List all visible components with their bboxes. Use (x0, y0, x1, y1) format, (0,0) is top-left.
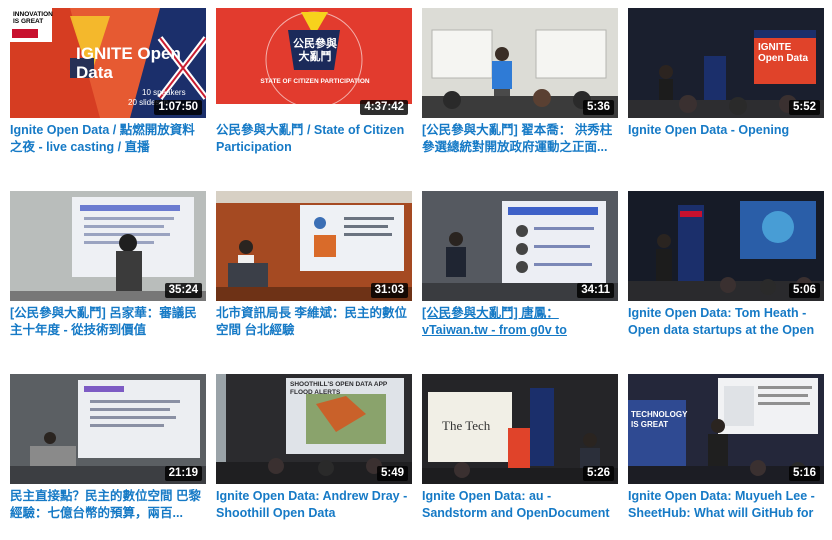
video-thumbnail[interactable]: TECHNOLOGY IS GREAT 5:16 (628, 374, 824, 484)
video-title-link[interactable]: Ignite Open Data: Tom Heath - Open data … (628, 305, 824, 341)
thumbnail-caption: 10 speakers (142, 88, 186, 97)
thumbnail-headline: SHOOTHILL'S OPEN DATA APP FLOOD ALERTS (290, 381, 388, 396)
video-title-link[interactable]: 民主直接點？民主的數位空間 巴黎經驗：七億台幣的預算，兩百... (10, 488, 206, 524)
duration-badge: 4:37:42 (360, 100, 408, 115)
video-thumbnail[interactable]: 31:03 (216, 191, 412, 301)
duration-badge: 35:24 (164, 283, 202, 298)
duration-badge: 31:03 (370, 283, 408, 298)
video-thumbnail[interactable]: 5:36 (422, 8, 618, 118)
video-title: 民主直接點？民主的數位空間 巴黎經驗：七億台幣的預算，兩百... (10, 489, 201, 520)
duration-badge: 5:36 (582, 100, 614, 115)
video-title-link[interactable]: 北市資訊局長 李維斌：民主的數位空間 台北經驗 (216, 305, 412, 341)
video-thumbnail[interactable]: IGNITE Open Data 5:52 (628, 8, 824, 118)
thumbnail-caption: STATE OF CITIZEN PARTICIPATION (260, 78, 370, 85)
video-title-link[interactable]: 公民參與大亂鬥 / State of Citizen Participation (216, 122, 412, 158)
thumbnail-headline: 公民參與大亂鬥 (293, 38, 337, 63)
video-title-link[interactable]: Ignite Open Data: au - Sandstorm and Ope… (422, 488, 618, 524)
video-title: [公民參與大亂鬥] 翟本喬： 洪秀柱參選總統對開放政府運動之正面... (422, 123, 613, 154)
video-thumbnail[interactable]: INNOVATION IS GREAT IGNITE Open Data 10 … (10, 8, 206, 118)
video-title-link[interactable]: Ignite Open Data: Muyueh Lee - SheetHub:… (628, 488, 824, 524)
duration-badge: 5:16 (788, 466, 820, 481)
video-title: [公民參與大亂鬥] 呂家華：審議民主十年度 - 從技術到價值 (10, 306, 197, 337)
video-title-link[interactable]: [公民參與大亂鬥] 翟本喬： 洪秀柱參選總統對開放政府運動之正面... (422, 122, 618, 158)
video-title: Ignite Open Data: Tom Heath - Open data … (628, 306, 815, 341)
thumbnail-headline: TECHNOLOGY IS GREAT (631, 410, 688, 429)
video-title: Ignite Open Data - Opening (628, 123, 790, 137)
duration-badge: 5:06 (788, 283, 820, 298)
duration-badge: 5:26 (582, 466, 614, 481)
video-title: [公民參與大亂鬥] 唐鳳：vTaiwan.tw - from g0v to (422, 306, 567, 337)
video-title: Ignite Open Data: au - Sandstorm and Ope… (422, 489, 610, 520)
video-thumbnail[interactable]: 21:19 (10, 374, 206, 484)
duration-badge: 5:52 (788, 100, 820, 115)
duration-badge: 5:49 (376, 466, 408, 481)
video-thumbnail[interactable]: 34:11 (422, 191, 618, 301)
thumbnail-headline: IGNITE Open Data (758, 42, 809, 64)
video-title-link[interactable]: [公民參與大亂鬥] 唐鳳：vTaiwan.tw - from g0v to (422, 305, 618, 341)
video-title: 北市資訊局長 李維斌：民主的數位空間 台北經驗 (216, 306, 407, 337)
video-title: Ignite Open Data / 點燃開放資料之夜 - live casti… (10, 123, 195, 154)
thumbnail-badge: INNOVATION IS GREAT (13, 11, 53, 25)
duration-badge: 21:19 (164, 466, 202, 481)
video-title: Ignite Open Data: Muyueh Lee - SheetHub:… (628, 489, 815, 524)
video-title-link[interactable]: [公民參與大亂鬥] 呂家華：審議民主十年度 - 從技術到價值 (10, 305, 206, 341)
duration-badge: 1:07:50 (154, 100, 202, 115)
thumbnail-headline: The Tech (442, 418, 491, 433)
video-thumbnail[interactable]: SHOOTHILL'S OPEN DATA APP FLOOD ALERTS 5… (216, 374, 412, 484)
video-title-link[interactable]: Ignite Open Data / 點燃開放資料之夜 - live casti… (10, 122, 206, 158)
video-thumbnail[interactable]: 5:06 (628, 191, 824, 301)
video-title-link[interactable]: Ignite Open Data: Andrew Dray - Shoothil… (216, 488, 412, 524)
video-thumbnail[interactable]: 公民參與大亂鬥 STATE OF CITIZEN PARTICIPATION 4… (216, 8, 412, 118)
duration-badge: 34:11 (577, 283, 614, 298)
thumbnail-headline: IGNITE Open Data (76, 44, 181, 82)
video-title: Ignite Open Data: Andrew Dray - Shoothil… (216, 489, 408, 520)
video-thumbnail[interactable]: The Tech 5:26 (422, 374, 618, 484)
video-thumbnail[interactable]: 35:24 (10, 191, 206, 301)
video-title: 公民參與大亂鬥 / State of Citizen Participation (216, 123, 405, 154)
video-title-link[interactable]: Ignite Open Data - Opening (628, 122, 824, 158)
